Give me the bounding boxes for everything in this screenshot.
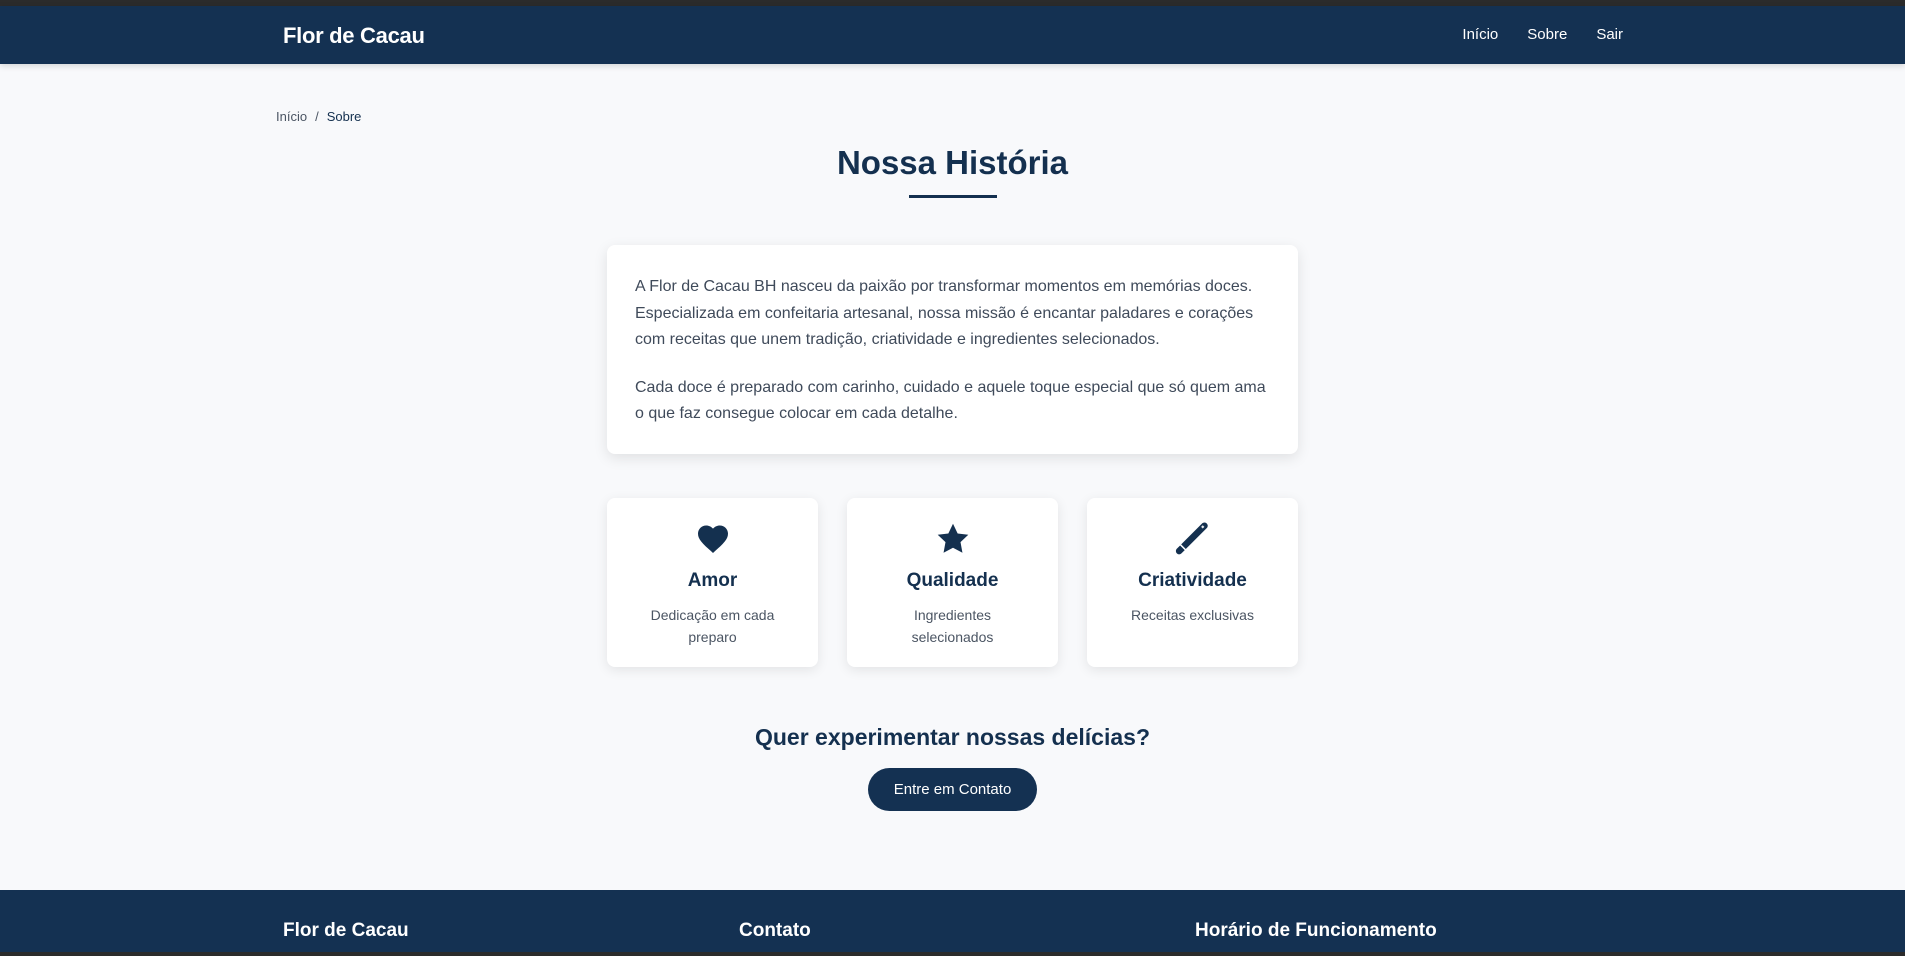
nav-link-inicio[interactable]: Início [1462, 26, 1498, 43]
nav-link-sair[interactable]: Sair [1596, 26, 1623, 43]
story-paragraph-2: Cada doce é preparado com carinho, cuida… [635, 378, 1266, 423]
title-underline [909, 195, 997, 198]
value-title: Amor [687, 570, 738, 591]
value-title: Criatividade [1138, 570, 1247, 591]
value-description: Dedicação em cada preparo [650, 607, 775, 645]
nav-link-sobre[interactable]: Sobre [1527, 26, 1567, 43]
breadcrumb-separator: / [315, 109, 319, 124]
value-card-criatividade: Criatividade Receitas exclusivas [1087, 498, 1298, 667]
breadcrumb-home-link[interactable]: Início [276, 109, 307, 124]
navbar: Flor de Cacau Início Sobre Sair [0, 6, 1905, 64]
story-card: A Flor de Cacau BH nasceu da paixão por … [607, 245, 1298, 454]
star-icon [937, 523, 968, 553]
contact-button[interactable]: Entre em Contato [868, 768, 1037, 811]
breadcrumb: Início / Sobre [276, 109, 361, 124]
value-card-amor: Amor Dedicação em cada preparo [607, 498, 818, 667]
footer-heading-brand: Flor de Cacau [283, 920, 409, 941]
cta-heading: Quer experimentar nossas delícias? [754, 724, 1150, 750]
heart-icon [697, 525, 728, 553]
magic-wand-icon [1175, 522, 1208, 555]
story-paragraph-1: A Flor de Cacau BH nasceu da paixão por … [635, 278, 1254, 348]
footer: Flor de Cacau Contato Horário de Funcion… [0, 890, 1905, 956]
breadcrumb-current: Sobre [326, 109, 362, 124]
value-card-qualidade: Qualidade Ingredientes selecionados [847, 498, 1058, 667]
footer-heading-hours: Horário de Funcionamento [1195, 920, 1437, 941]
brand-logo[interactable]: Flor de Cacau [283, 23, 425, 49]
value-description: Receitas exclusivas [1131, 607, 1254, 623]
values-section: Amor Dedicação em cada preparo Qualidade… [607, 498, 1298, 667]
footer-heading-contact: Contato [739, 920, 811, 941]
page-title: Nossa História [836, 144, 1069, 181]
value-description: Ingredientes selecionados [911, 607, 994, 645]
window-bottom-border [0, 952, 1905, 956]
value-title: Qualidade [906, 570, 999, 591]
nav-links: Início Sobre Sair [1462, 26, 1623, 43]
